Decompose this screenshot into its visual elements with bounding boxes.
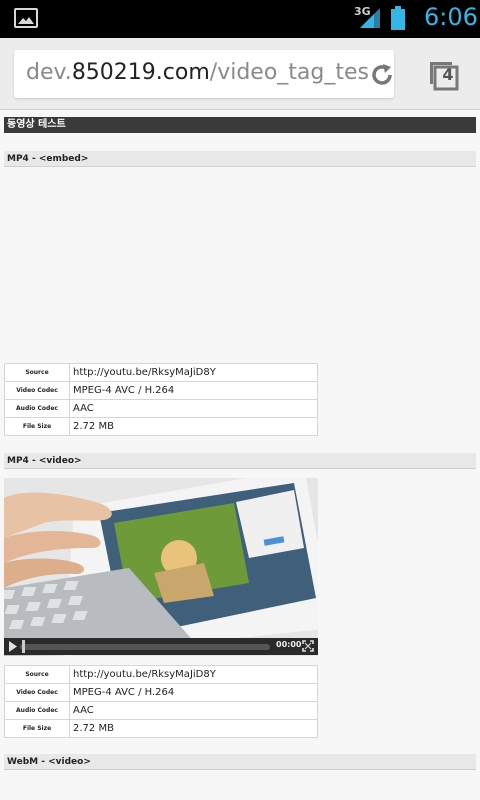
- video-time: 00:00: [276, 640, 302, 649]
- row-value: AAC: [69, 399, 318, 418]
- play-icon[interactable]: [8, 641, 18, 652]
- page-title: 동영상 테스트: [4, 117, 476, 133]
- url-field[interactable]: dev.850219.com/video_tag_tes: [14, 50, 394, 98]
- info-table-video: Source http://youtu.be/RksyMaJiD8Y Video …: [4, 665, 318, 738]
- row-key: Source: [4, 363, 70, 382]
- url-host: 850219.com: [71, 60, 210, 85]
- tab-count: 4: [442, 65, 454, 84]
- status-bar: 3G 6:06: [0, 0, 480, 38]
- refresh-icon[interactable]: [368, 61, 394, 89]
- seek-bar[interactable]: [20, 644, 270, 650]
- battery-icon: [391, 6, 405, 30]
- browser-toolbar: dev.850219.com/video_tag_tes 4: [0, 38, 480, 110]
- video-controls: 00:00: [4, 638, 318, 655]
- web-page: 동영상 테스트 MP4 - <embed> Source http://youtu…: [0, 110, 480, 800]
- section-heading-mp4-embed: MP4 - <embed>: [4, 151, 476, 167]
- signal-icon: [360, 8, 380, 28]
- row-key: Audio Codec: [4, 399, 70, 418]
- table-row: Video Codec MPEG-4 AVC / H.264: [4, 381, 318, 400]
- row-key: Video Codec: [4, 381, 70, 400]
- clock: 6:06: [424, 3, 478, 31]
- table-row: File Size 2.72 MB: [4, 417, 318, 436]
- gallery-icon: [14, 8, 38, 28]
- video-poster-image: [4, 478, 318, 656]
- url-prefix: dev.: [26, 60, 72, 85]
- row-value: MPEG-4 AVC / H.264: [69, 683, 318, 702]
- table-row: Source http://youtu.be/RksyMaJiD8Y: [4, 665, 318, 684]
- table-row: File Size 2.72 MB: [4, 719, 318, 738]
- table-row: Video Codec MPEG-4 AVC / H.264: [4, 683, 318, 702]
- row-value: 2.72 MB: [69, 719, 318, 738]
- table-row: Audio Codec AAC: [4, 399, 318, 418]
- row-value: MPEG-4 AVC / H.264: [69, 381, 318, 400]
- row-key: File Size: [4, 719, 70, 738]
- row-key: File Size: [4, 417, 70, 436]
- row-key: Source: [4, 665, 70, 684]
- fullscreen-icon[interactable]: [302, 640, 314, 652]
- seek-handle[interactable]: [22, 640, 25, 653]
- url-path: /video_tag_tes: [209, 60, 369, 85]
- video-player[interactable]: [4, 478, 318, 656]
- row-key: Audio Codec: [4, 701, 70, 720]
- url-text[interactable]: dev.850219.com/video_tag_tes: [26, 60, 369, 85]
- table-row: Source http://youtu.be/RksyMaJiD8Y: [4, 363, 318, 382]
- section-heading-mp4-video: MP4 - <video>: [4, 453, 476, 469]
- row-value: 2.72 MB: [69, 417, 318, 436]
- row-value: http://youtu.be/RksyMaJiD8Y: [69, 363, 318, 382]
- row-value: AAC: [69, 701, 318, 720]
- info-table-embed: Source http://youtu.be/RksyMaJiD8Y Video …: [4, 363, 318, 436]
- table-row: Audio Codec AAC: [4, 701, 318, 720]
- section-heading-webm-video: WebM - <video>: [4, 754, 476, 770]
- row-value: http://youtu.be/RksyMaJiD8Y: [69, 665, 318, 684]
- row-key: Video Codec: [4, 683, 70, 702]
